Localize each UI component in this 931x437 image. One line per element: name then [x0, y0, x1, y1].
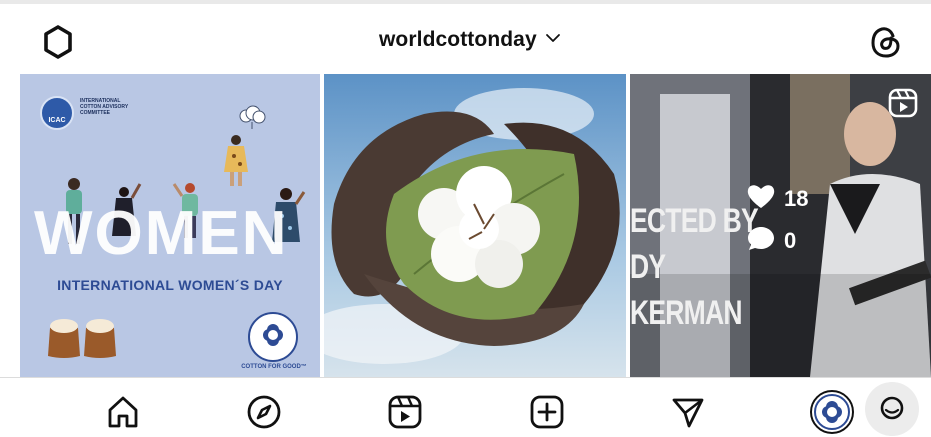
settings-icon[interactable] [38, 22, 78, 62]
chevron-down-icon [545, 31, 561, 49]
seal-caption: COTTON FOR GOOD™ [241, 364, 307, 370]
assistant-bubble-button[interactable] [865, 382, 919, 436]
post-tile-womens-day[interactable]: ICAC International Cotton Advisory Commi… [20, 74, 320, 377]
world-cotton-day-avatar [814, 394, 850, 430]
icac-logo: ICAC [40, 96, 74, 130]
username-switcher[interactable]: worldcottonday [379, 28, 561, 52]
threads-icon[interactable] [866, 22, 906, 62]
film-credit-text: ECTED BY DY KERMAN [630, 202, 759, 332]
heart-icon [746, 182, 776, 215]
posts-grid: ICAC International Cotton Advisory Commi… [0, 74, 931, 377]
headline-women: WOMEN [34, 199, 289, 268]
likes-count: 18 [784, 185, 809, 211]
cotton-bags-illustration [48, 319, 116, 358]
home-icon[interactable] [103, 392, 143, 432]
username-label: worldcottonday [379, 28, 537, 51]
cotton-boll-photo [324, 74, 626, 377]
post-tile-cotton-hands[interactable] [324, 74, 626, 377]
comment-bubble-icon [746, 224, 776, 257]
direct-message-icon[interactable] [668, 392, 708, 432]
profile-header: worldcottonday [0, 4, 931, 76]
post-tile-reel[interactable]: ECTED BY DY KERMAN 18 0 [630, 74, 931, 377]
comments-count: 0 [784, 227, 797, 253]
reels-nav-icon[interactable] [385, 392, 425, 432]
comments-stat: 0 [746, 224, 796, 257]
assistant-face-icon [880, 396, 904, 420]
create-icon[interactable] [527, 392, 567, 432]
icac-name: International Cotton Advisory Committee [80, 98, 129, 116]
cotton-cloud-icon [239, 105, 266, 129]
bottom-nav [0, 378, 931, 437]
reels-icon [888, 88, 918, 118]
likes-stat: 18 [746, 182, 808, 215]
world-cotton-day-seal [248, 312, 298, 362]
explore-icon[interactable] [244, 392, 284, 432]
womens-day-caption: INTERNATIONAL WOMEN´S DAY [57, 277, 283, 293]
profile-avatar[interactable] [810, 390, 854, 434]
